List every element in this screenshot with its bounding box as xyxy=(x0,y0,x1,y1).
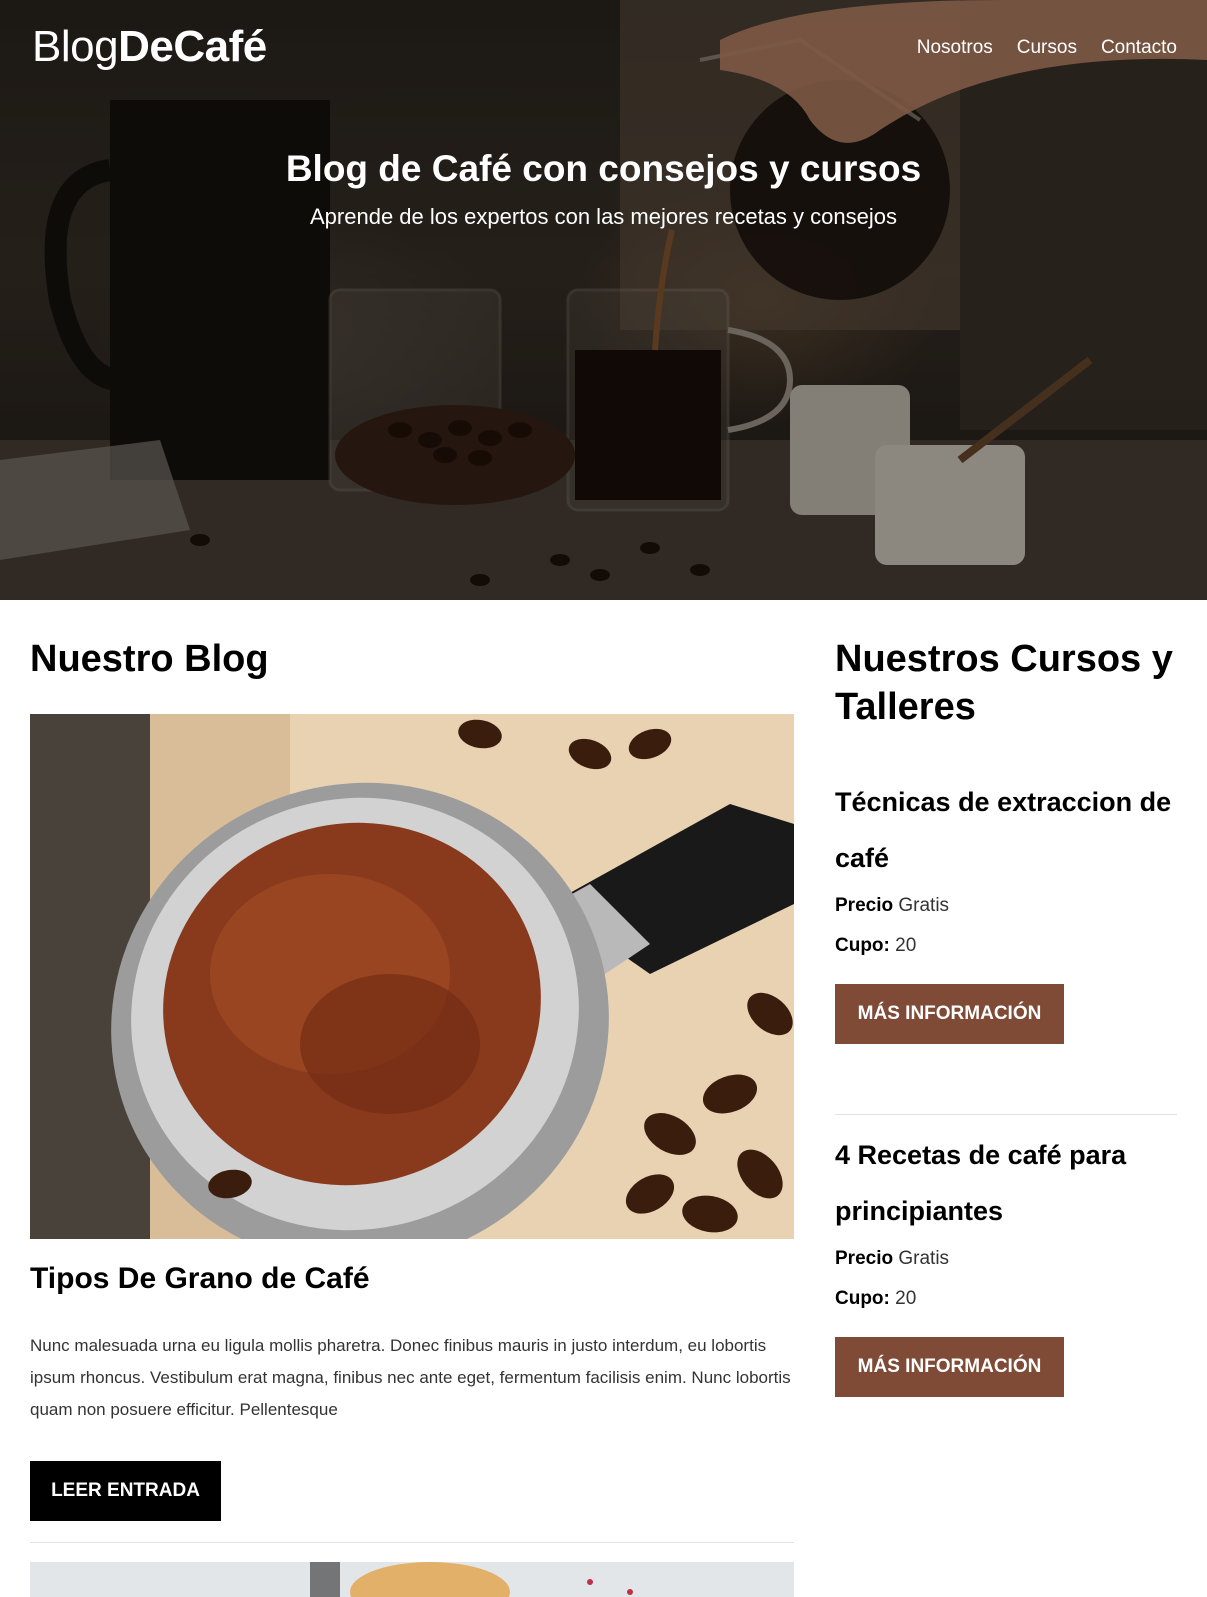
more-info-button[interactable]: MÁS INFORMACIÓN xyxy=(835,984,1064,1044)
course-price-value: Gratis xyxy=(898,895,950,916)
course-price-label: Precio xyxy=(835,895,894,916)
post-excerpt: Nunc malesuada urna eu ligula mollis pha… xyxy=(30,1336,791,1419)
course-divider xyxy=(835,1114,1177,1115)
logo-text-bold: DeCafé xyxy=(118,22,267,71)
course-cupo: Cupo: 20 xyxy=(835,926,1177,966)
course-price-value: Gratis xyxy=(898,1248,950,1269)
course-name: 4 Recetas de café para principiantes xyxy=(835,1140,1127,1226)
blog-section-title: Nuestro Blog xyxy=(30,638,269,680)
post-image-portafilter[interactable] xyxy=(30,714,794,1239)
course-price: Precio Gratis xyxy=(835,1239,1177,1279)
hero-subtitle: Aprende de los expertos con las mejores … xyxy=(310,204,897,229)
post-title[interactable]: Tipos De Grano de Café xyxy=(30,1262,370,1296)
logo-text-light: Blog xyxy=(32,22,119,71)
read-post-button[interactable]: Leer Entrada xyxy=(30,1461,221,1521)
course-cupo: Cupo: 20 xyxy=(835,1279,1177,1319)
hero-title: Blog de Café con consejos y cursos xyxy=(285,148,922,189)
courses-section-title: Nuestros Cursos y Talleres xyxy=(835,638,1173,728)
nav-link-contacto[interactable]: Contacto xyxy=(1101,37,1177,59)
course-card: Técnicas de extraccion de café Precio Gr… xyxy=(835,774,1177,1044)
course-cupo-value: 20 xyxy=(895,1288,917,1309)
course-cupo-value: 20 xyxy=(895,935,917,956)
main-nav: Nosotros Cursos Contacto xyxy=(917,37,1177,59)
post-divider xyxy=(30,1542,794,1543)
hero-dark-overlay xyxy=(0,0,1207,600)
course-name: Técnicas de extraccion de café xyxy=(835,787,1172,873)
post-image-next[interactable] xyxy=(30,1562,794,1597)
course-price: Precio Gratis xyxy=(835,886,1177,926)
more-info-button[interactable]: MÁS INFORMACIÓN xyxy=(835,1337,1064,1397)
course-card: 4 Recetas de café para principiantes Pre… xyxy=(835,1127,1177,1397)
course-price-label: Precio xyxy=(835,1248,894,1269)
hero-banner: BlogDeCafé Nosotros Cursos Contacto Blog… xyxy=(0,0,1207,600)
nav-link-nosotros[interactable]: Nosotros xyxy=(917,37,993,59)
course-cupo-label: Cupo: xyxy=(835,935,890,956)
nav-link-cursos[interactable]: Cursos xyxy=(1017,37,1077,59)
site-logo[interactable]: BlogDeCafé xyxy=(32,22,267,72)
course-cupo-label: Cupo: xyxy=(835,1288,890,1309)
